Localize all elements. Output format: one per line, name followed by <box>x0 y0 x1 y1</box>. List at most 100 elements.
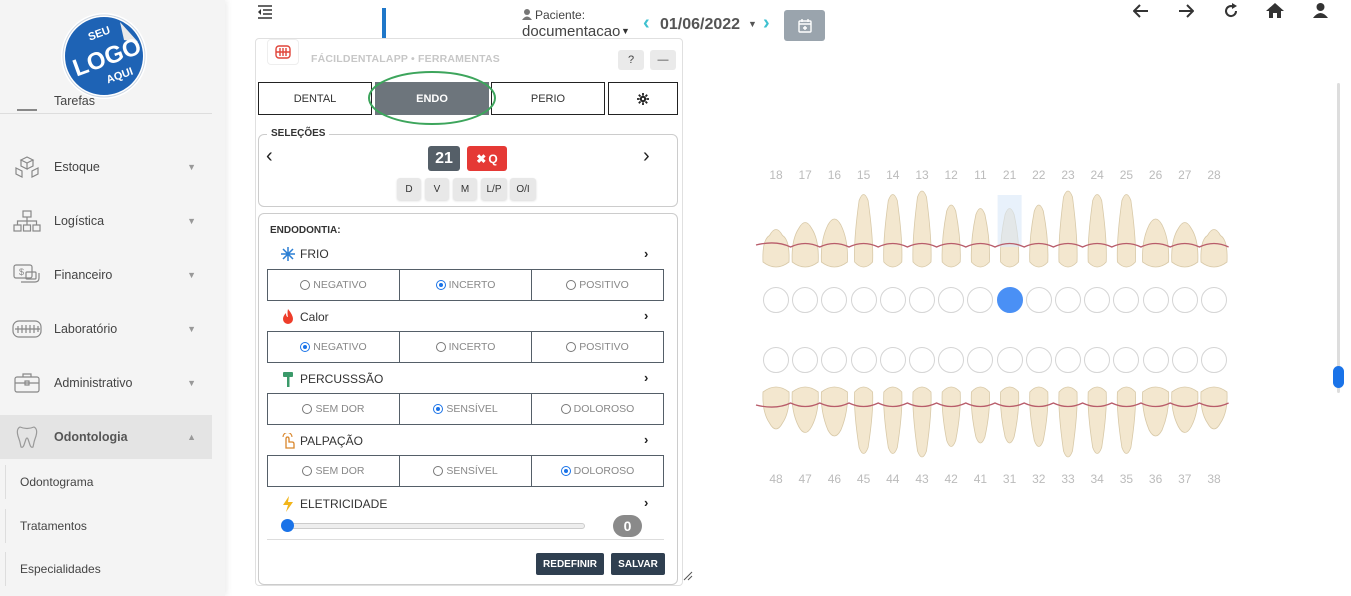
sidebar-subitem-odontograma[interactable]: Odontograma <box>5 465 212 499</box>
tooth-lower-45[interactable] <box>854 386 874 454</box>
tooth-select-38[interactable] <box>1201 347 1227 373</box>
tooth-select-13[interactable] <box>909 287 935 313</box>
percussao-option-sensivel[interactable]: SENSÍVEL <box>399 393 532 425</box>
tooth-lower-35[interactable] <box>1116 386 1136 454</box>
percussao-option-sem-dor[interactable]: SEM DOR <box>267 393 400 425</box>
tooth-select-14[interactable] <box>879 287 906 313</box>
zoom-slider-track[interactable] <box>1337 83 1340 393</box>
forward-arrow-icon[interactable] <box>1178 4 1194 18</box>
sidebar-item-financeiro[interactable]: $ Financeiro ▼ <box>0 253 212 297</box>
face-button-d[interactable]: D <box>397 178 421 200</box>
face-button-v[interactable]: V <box>425 178 449 200</box>
next-tooth-icon[interactable]: › <box>643 145 650 168</box>
tooth-select-28[interactable] <box>1201 287 1227 313</box>
tooth-upper-18[interactable] <box>762 229 790 268</box>
eletricidade-slider-track[interactable] <box>287 523 585 529</box>
tooth-select-21[interactable] <box>996 287 1023 313</box>
tooth-lower-37[interactable] <box>1171 386 1199 433</box>
tooth-lower-48[interactable] <box>762 386 790 430</box>
tooth-upper-15[interactable] <box>854 194 874 268</box>
sidebar-item-odontologia[interactable]: Odontologia ▲ <box>0 415 212 459</box>
patient-dropdown-icon[interactable]: ▼ <box>621 26 630 36</box>
tooth-upper-25[interactable] <box>1116 194 1136 268</box>
home-icon[interactable] <box>1266 3 1284 18</box>
remove-selection-button[interactable]: ✖ Q <box>467 146 507 171</box>
palpacao-expand-icon[interactable]: › <box>644 432 648 447</box>
tooth-select-24[interactable] <box>1084 287 1111 313</box>
tooth-upper-24[interactable] <box>1087 194 1107 268</box>
tooth-select-34[interactable] <box>1084 347 1111 373</box>
tooth-lower-36[interactable] <box>1142 386 1170 437</box>
sidebar-subitem-tratamentos[interactable]: Tratamentos <box>5 509 212 543</box>
tooth-upper-28[interactable] <box>1200 229 1228 268</box>
date-select[interactable]: 01/06/2022 <box>660 16 740 34</box>
prev-date-icon[interactable]: ‹ <box>643 12 650 35</box>
tooth-select-44[interactable] <box>879 347 906 373</box>
tooth-lower-33[interactable] <box>1058 386 1078 458</box>
sidebar-item-laboratorio[interactable]: Laboratório ▼ <box>0 307 212 351</box>
tooth-select-42[interactable] <box>938 347 965 373</box>
tooth-lower-34[interactable] <box>1087 386 1107 454</box>
tooth-upper-12[interactable] <box>941 204 961 268</box>
tooth-select-31[interactable] <box>996 347 1023 373</box>
tooth-upper-23[interactable] <box>1058 190 1078 268</box>
tooth-select-33[interactable] <box>1055 347 1081 373</box>
zoom-slider-thumb[interactable] <box>1333 366 1344 388</box>
palpacao-option-sem-dor[interactable]: SEM DOR <box>267 455 400 487</box>
tooth-select-47[interactable] <box>792 347 819 373</box>
tooth-upper-14[interactable] <box>883 194 903 268</box>
sidebar-item-logistica[interactable]: Logística ▼ <box>0 199 212 243</box>
tooth-upper-21[interactable] <box>997 195 1022 268</box>
tooth-select-36[interactable] <box>1142 347 1169 373</box>
tooth-select-22[interactable] <box>1025 287 1052 313</box>
tab-perio[interactable]: PERIO <box>491 82 605 115</box>
calor-option-negativo[interactable]: NEGATIVO <box>267 331 400 363</box>
tooth-select-23[interactable] <box>1055 287 1081 313</box>
sidebar-item-estoque[interactable]: Estoque ▼ <box>0 145 212 189</box>
sidebar-subitem-especialidades[interactable]: Especialidades <box>5 552 212 586</box>
tooth-select-26[interactable] <box>1142 287 1169 313</box>
help-button[interactable]: ? <box>618 50 644 70</box>
tooth-select-27[interactable] <box>1171 287 1198 313</box>
palpacao-option-doloroso[interactable]: DOLOROSO <box>531 455 664 487</box>
calor-expand-icon[interactable]: › <box>644 308 648 323</box>
calor-option-incerto[interactable]: INCERTO <box>399 331 532 363</box>
tooth-upper-13[interactable] <box>912 190 932 268</box>
date-dropdown-icon[interactable]: ▼ <box>748 19 757 29</box>
calor-option-positivo[interactable]: POSITIVO <box>531 331 664 363</box>
resize-handle-icon[interactable] <box>683 571 693 581</box>
tooth-select-45[interactable] <box>850 347 877 373</box>
frio-option-negativo[interactable]: NEGATIVO <box>267 269 400 301</box>
tooth-select-18[interactable] <box>763 287 789 313</box>
percussao-option-doloroso[interactable]: DOLOROSO <box>531 393 664 425</box>
eletricidade-expand-icon[interactable]: › <box>644 495 648 510</box>
face-button-lp[interactable]: L/P <box>481 178 507 200</box>
tooth-select-15[interactable] <box>850 287 877 313</box>
sidebar-item-tarefas[interactable]: Tarefas <box>0 90 212 134</box>
face-button-m[interactable]: M <box>453 178 477 200</box>
percussao-expand-icon[interactable]: › <box>644 370 648 385</box>
tooth-lower-38[interactable] <box>1200 386 1228 430</box>
tooth-lower-31[interactable] <box>1000 386 1020 444</box>
tooth-upper-11[interactable] <box>970 208 990 268</box>
tab-settings[interactable] <box>608 82 678 115</box>
tooth-lower-32[interactable] <box>1029 386 1049 447</box>
frio-expand-icon[interactable]: › <box>644 246 648 261</box>
prev-tooth-icon[interactable]: ‹ <box>266 145 273 168</box>
eletricidade-slider-thumb[interactable] <box>281 519 294 532</box>
tooth-lower-43[interactable] <box>912 386 932 458</box>
tooth-select-12[interactable] <box>938 287 965 313</box>
minimize-button[interactable]: — <box>650 50 676 70</box>
face-button-oi[interactable]: O/I <box>510 178 536 200</box>
tooth-lower-44[interactable] <box>883 386 903 454</box>
refresh-icon[interactable] <box>1223 3 1239 19</box>
sidebar-item-administrativo[interactable]: Administrativo ▼ <box>0 361 212 405</box>
calendar-button[interactable] <box>784 10 825 41</box>
user-icon[interactable] <box>1313 3 1328 18</box>
next-date-icon[interactable]: › <box>763 12 770 35</box>
save-button[interactable]: SALVAR <box>611 553 665 575</box>
tooth-lower-41[interactable] <box>970 386 990 444</box>
frio-option-incerto[interactable]: INCERTO <box>399 269 532 301</box>
tooth-upper-22[interactable] <box>1029 204 1049 268</box>
tooth-select-48[interactable] <box>763 347 789 373</box>
